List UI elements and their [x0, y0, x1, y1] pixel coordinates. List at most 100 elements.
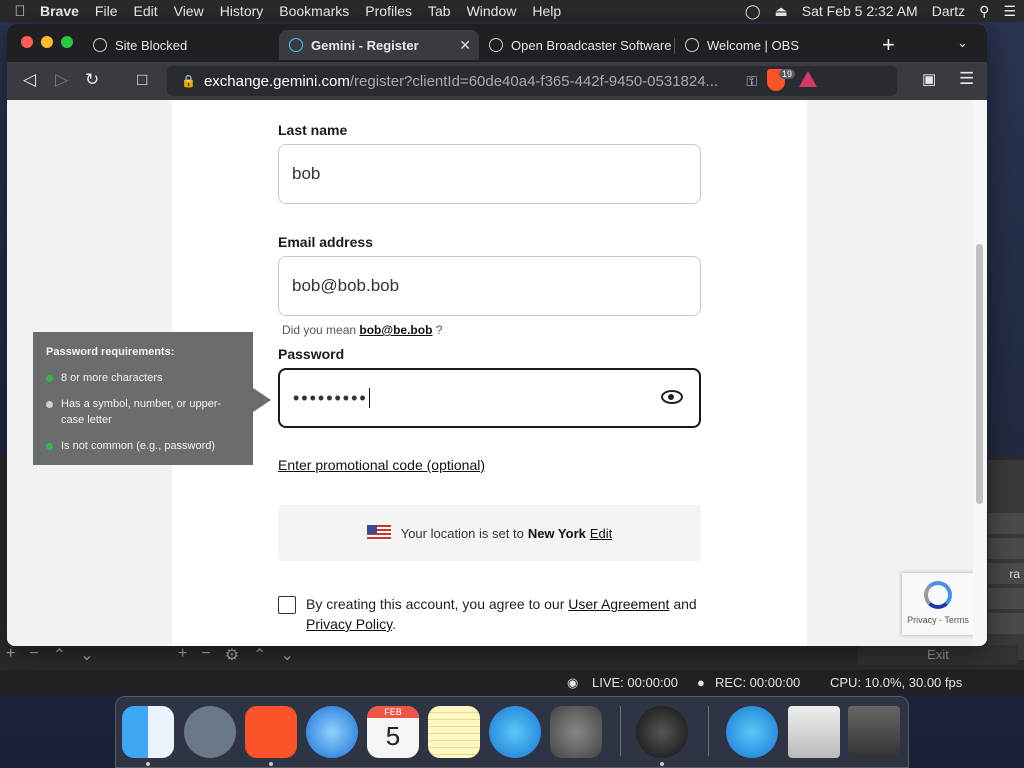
forward-icon[interactable]: ▷: [55, 70, 68, 90]
remove-icon[interactable]: −: [201, 645, 210, 665]
bookmark-icon[interactable]: □: [137, 70, 147, 90]
rec-icon: ●: [697, 675, 705, 690]
password-field[interactable]: •••••••••: [278, 368, 701, 428]
browser-toolbar: ◁ ▷ ↻ □ 🔒 exchange.gemini.com/register?c…: [7, 62, 987, 100]
user-name[interactable]: Dartz: [932, 3, 965, 19]
suggestion-link[interactable]: bob@be.bob: [359, 323, 432, 337]
agreement-checkbox[interactable]: [278, 596, 296, 614]
move-down-icon[interactable]: ⌄: [280, 645, 293, 665]
scrollbar-thumb[interactable]: [976, 244, 983, 504]
close-tab-icon[interactable]: ✕: [459, 37, 471, 54]
key-icon[interactable]: ⚿: [746, 73, 757, 90]
agree-prefix: By creating this account, you agree to o…: [306, 596, 565, 612]
menu-profiles[interactable]: Profiles: [365, 3, 412, 19]
menu-history[interactable]: History: [220, 3, 264, 19]
obs-side-button[interactable]: [988, 612, 1024, 634]
us-flag-icon: [366, 525, 391, 541]
text-caret: [368, 388, 370, 408]
remove-icon[interactable]: −: [29, 645, 38, 665]
obs-icon[interactable]: [636, 706, 688, 758]
obs-exit-button[interactable]: Exit: [858, 645, 1018, 665]
add-icon[interactable]: +: [6, 645, 15, 665]
url-path: /register?clientId=60de40a4-f365-442f-94…: [349, 72, 719, 90]
reload-icon[interactable]: ↻: [85, 70, 99, 90]
system-preferences-icon[interactable]: [550, 706, 602, 758]
app-store-icon[interactable]: [489, 706, 541, 758]
obs-side-button[interactable]: [988, 537, 1024, 559]
tooltip-title: Password requirements:: [46, 346, 175, 358]
move-up-icon[interactable]: ⌃: [253, 645, 266, 665]
menu-edit[interactable]: Edit: [133, 3, 157, 19]
running-indicator: [269, 762, 273, 766]
tab-site-blocked[interactable]: Site Blocked: [83, 30, 279, 60]
tab-obs-software[interactable]: Open Broadcaster Software: [479, 30, 673, 60]
tab-welcome-obs[interactable]: Welcome | OBS: [675, 30, 865, 60]
tab-label: Welcome | OBS: [707, 37, 799, 53]
trash-icon[interactable]: [848, 706, 900, 758]
page-content: Last name bob Email address bob@bob.bob …: [7, 100, 987, 646]
close-window-button[interactable]: [21, 36, 33, 48]
control-center-icon[interactable]: ☰: [1003, 3, 1016, 20]
spotlight-search-icon[interactable]: ⚲: [979, 3, 989, 20]
location-edit-link[interactable]: Edit: [590, 526, 612, 541]
chevron-down-icon[interactable]: ⌄: [957, 35, 968, 51]
downloads-icon[interactable]: [788, 706, 840, 758]
menu-file[interactable]: File: [95, 3, 118, 19]
url-host: exchange.gemini.com: [203, 72, 350, 90]
globe-icon: [489, 38, 503, 52]
calendar-month: FEB: [367, 706, 419, 718]
last-name-field[interactable]: bob: [278, 144, 701, 204]
obs-status-icon[interactable]: ◯: [745, 3, 761, 20]
wallet-icon[interactable]: ▣: [922, 70, 936, 88]
tab-strip: Site Blocked Gemini - Register ✕ Open Br…: [7, 24, 987, 62]
notes-icon[interactable]: [428, 706, 480, 758]
finder-icon[interactable]: [122, 706, 174, 758]
recaptcha-badge[interactable]: Privacy - Terms: [902, 573, 974, 635]
hamburger-menu-icon[interactable]: ☰: [959, 69, 974, 89]
zoom-window-button[interactable]: [61, 36, 73, 48]
running-indicator: [660, 762, 664, 766]
user-agreement-link[interactable]: User Agreement: [568, 596, 669, 612]
calendar-icon[interactable]: FEB 5: [367, 706, 419, 758]
email-value: bob@bob.bob: [292, 276, 400, 295]
back-icon[interactable]: ◁: [23, 70, 36, 90]
add-icon[interactable]: +: [178, 645, 187, 665]
menu-app-name[interactable]: Brave: [40, 3, 79, 19]
gear-icon[interactable]: ⚙: [225, 645, 239, 665]
calendar-day: 5: [385, 721, 401, 751]
promo-code-link[interactable]: Enter promotional code (optional): [278, 457, 485, 473]
clock[interactable]: Sat Feb 5 2:32 AM: [802, 3, 918, 19]
email-suggestion: Did you mean bob@be.bob ?: [282, 323, 442, 337]
menu-bookmarks[interactable]: Bookmarks: [279, 3, 349, 19]
move-up-icon[interactable]: ⌃: [53, 645, 66, 665]
minimize-window-button[interactable]: [41, 36, 53, 48]
obs-side-button[interactable]: [988, 587, 1024, 609]
lock-icon[interactable]: 🔒: [181, 74, 196, 88]
move-down-icon[interactable]: ⌄: [80, 645, 93, 665]
recaptcha-links[interactable]: Privacy - Terms: [902, 615, 974, 625]
show-password-eye-icon[interactable]: [661, 390, 683, 404]
menu-window[interactable]: Window: [467, 3, 517, 19]
running-indicator: [146, 762, 150, 766]
privacy-policy-link[interactable]: Privacy Policy: [306, 616, 392, 632]
obs-side-button[interactable]: [988, 512, 1024, 534]
apple-icon[interactable]: : [0, 3, 40, 20]
suggestion-prefix: Did you mean: [282, 323, 357, 337]
email-field[interactable]: bob@bob.bob: [278, 256, 701, 316]
launchpad-icon[interactable]: [184, 706, 236, 758]
eject-icon[interactable]: ⏏: [775, 3, 788, 20]
menu-help[interactable]: Help: [532, 3, 561, 19]
menu-view[interactable]: View: [174, 3, 204, 19]
menu-tab[interactable]: Tab: [428, 3, 451, 19]
recaptcha-logo-icon: [924, 581, 952, 609]
address-bar[interactable]: 🔒 exchange.gemini.com/register?clientId=…: [167, 66, 897, 96]
new-tab-icon[interactable]: +: [882, 32, 895, 58]
agree-suffix: .: [392, 616, 396, 632]
tab-gemini-register[interactable]: Gemini - Register ✕: [279, 30, 479, 60]
safari-icon[interactable]: [306, 706, 358, 758]
brave-icon[interactable]: [245, 706, 297, 758]
requirement-item: Is not common (e.g., password): [46, 438, 240, 454]
brave-rewards-icon[interactable]: [799, 71, 817, 87]
browser-window: Site Blocked Gemini - Register ✕ Open Br…: [7, 24, 987, 646]
app-store-icon[interactable]: [726, 706, 778, 758]
